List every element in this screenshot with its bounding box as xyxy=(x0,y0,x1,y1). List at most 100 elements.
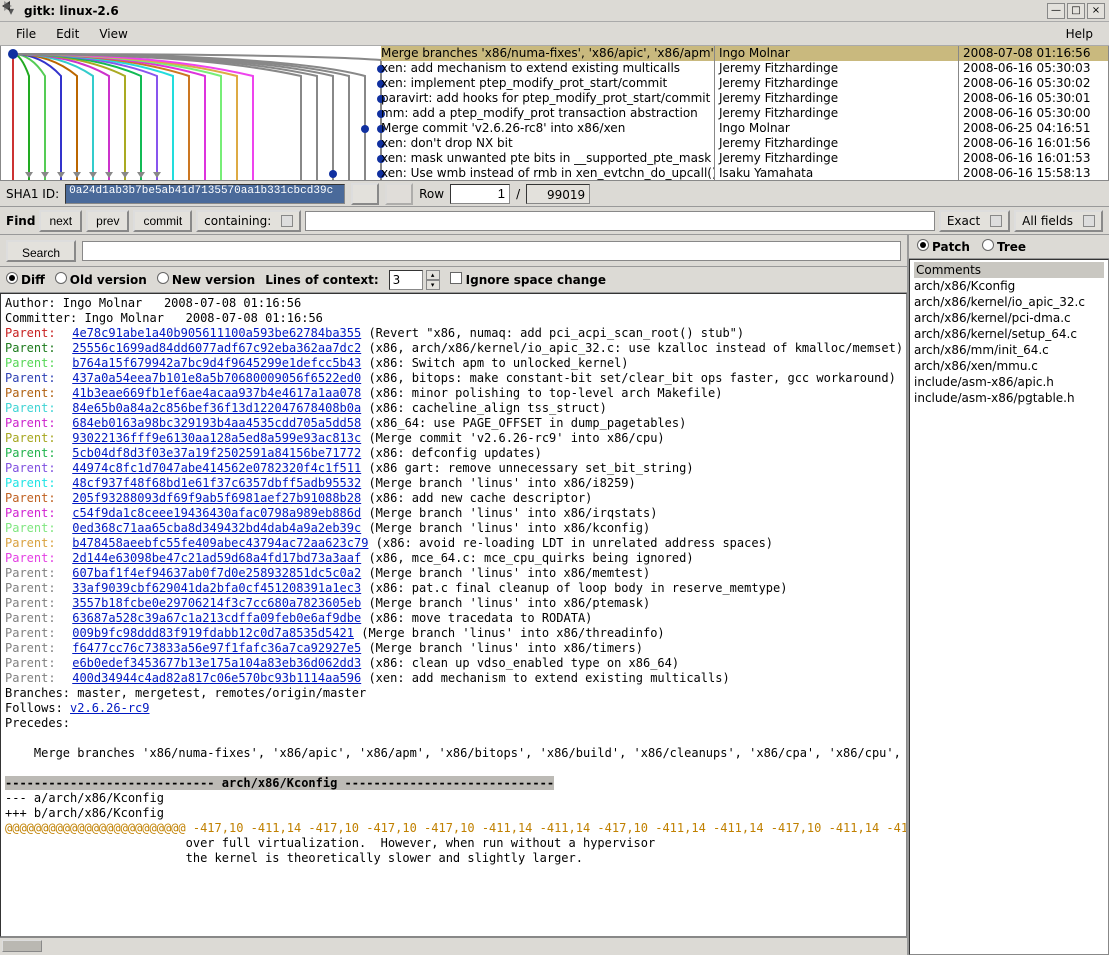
context-spinner[interactable]: 3 xyxy=(389,270,423,290)
commit-date[interactable]: 2008-06-16 05:30:03 xyxy=(959,61,1108,76)
parent-link[interactable]: b764a15f679942a7bc9d4f9645299e1defcc5b43 xyxy=(72,356,361,370)
commit-subject[interactable]: Merge commit 'v2.6.26-rc8' into x86/xen xyxy=(381,121,715,136)
comments-header[interactable]: Comments xyxy=(914,262,1104,278)
menu-help[interactable]: Help xyxy=(1056,25,1103,43)
ignore-space-checkbox[interactable]: Ignore space change xyxy=(450,272,606,287)
parent-link[interactable]: 41b3eae669fb1ef6ae4acaa937b4e4617a1aa078 xyxy=(72,386,361,400)
new-version-radio[interactable]: New version xyxy=(157,272,255,287)
parent-link[interactable]: 684eb0163a98bc329193b4aa4535cdd705a5dd58 xyxy=(72,416,361,430)
author-column[interactable]: Ingo Molnar Jeremy Fitzhardinge Jeremy F… xyxy=(715,46,959,181)
parent-link[interactable]: 607baf1f4ef94637ab0f7d0e258932851dc5c0a2 xyxy=(72,566,361,580)
date-column[interactable]: 2008-07-08 01:16:562008-06-16 05:30:0320… xyxy=(959,46,1108,181)
commit-subject[interactable]: Merge branches 'x86/numa-fixes', 'x86/ap… xyxy=(381,46,715,61)
tree-toggle-bar: Patch Tree xyxy=(909,235,1109,259)
minimize-button[interactable]: — xyxy=(1047,3,1065,19)
nav-forward-button[interactable] xyxy=(385,183,413,205)
commit-date[interactable]: 2008-06-16 16:01:56 xyxy=(959,136,1108,151)
spinner-up-icon[interactable]: ▴ xyxy=(426,270,440,280)
parent-link[interactable]: c54f9da1c8ceee19436430afac0798a989eb886d xyxy=(72,506,361,520)
find-allfields-dropdown[interactable]: All fields xyxy=(1014,210,1103,232)
file-entry[interactable]: arch/x86/mm/init_64.c xyxy=(914,342,1104,358)
commit-subject[interactable]: xen: don't drop NX bit xyxy=(381,136,715,151)
find-containing-dropdown[interactable]: containing: xyxy=(196,210,301,232)
commit-details-view[interactable]: Author: Ingo Molnar 2008-07-08 01:16:56 … xyxy=(0,293,907,937)
commit-date[interactable]: 2008-06-16 15:58:13 xyxy=(959,166,1108,181)
parent-link[interactable]: f6477cc76c73833a56e97f1fafc36a7ca92927e5 xyxy=(72,641,361,655)
maximize-button[interactable]: □ xyxy=(1067,3,1085,19)
parent-link[interactable]: 33af9039cbf629041da2bfa0cf451208391a1ec3 xyxy=(72,581,361,595)
commit-date[interactable]: 2008-06-16 05:30:01 xyxy=(959,91,1108,106)
find-next-button[interactable]: next xyxy=(39,210,82,232)
parent-link[interactable]: 3557b18fcbe0e29706214f3c7cc680a7823605eb xyxy=(72,596,361,610)
patch-radio[interactable]: Patch xyxy=(917,239,970,254)
diff-options-bar: Diff Old version New version Lines of co… xyxy=(0,267,907,293)
commit-author[interactable]: Jeremy Fitzhardinge xyxy=(715,61,958,76)
file-entry[interactable]: arch/x86/kernel/pci-dma.c xyxy=(914,310,1104,326)
find-exact-dropdown[interactable]: Exact xyxy=(939,210,1010,232)
commit-subject[interactable]: xen: mask unwanted pte bits in __support… xyxy=(381,151,715,166)
horizontal-scrollbar[interactable] xyxy=(0,937,907,955)
commit-subject[interactable]: xen: add mechanism to extend existing mu… xyxy=(381,61,715,76)
follows-link[interactable]: v2.6.26-rc9 xyxy=(70,701,149,715)
commit-author[interactable]: Jeremy Fitzhardinge xyxy=(715,91,958,106)
file-entry[interactable]: include/asm-x86/pgtable.h xyxy=(914,390,1104,406)
commit-date[interactable]: 2008-06-16 05:30:00 xyxy=(959,106,1108,121)
sha-row: SHA1 ID: 0a24d1ab3b7be5ab41d7135570aa1b3… xyxy=(0,181,1109,207)
commit-author[interactable]: Jeremy Fitzhardinge xyxy=(715,106,958,121)
parent-link[interactable]: 400d34944c4ad82a817c06e570bc93b1114aa596 xyxy=(72,671,361,685)
parent-link[interactable]: 0ed368c71aa65cba8d349432bd4dab4a9a2eb39c xyxy=(72,521,361,535)
search-input[interactable] xyxy=(82,241,901,261)
commit-subject[interactable]: xen: Use wmb instead of rmb in xen_evtch… xyxy=(381,166,715,181)
parent-link[interactable]: 84e65b0a84a2c856bef36f13d122047678408b0a xyxy=(72,401,361,415)
parent-link[interactable]: 009b9fc98ddd83f919fdabb12c0d7a8535d5421 xyxy=(72,626,354,640)
file-list[interactable]: Comments arch/x86/Kconfigarch/x86/kernel… xyxy=(909,259,1109,955)
commit-subject[interactable]: paravirt: add hooks for ptep_modify_prot… xyxy=(381,91,715,106)
menu-file[interactable]: File xyxy=(6,25,46,43)
row-current-input[interactable] xyxy=(450,184,510,204)
file-entry[interactable]: include/asm-x86/apic.h xyxy=(914,374,1104,390)
commit-date[interactable]: 2008-06-16 16:01:53 xyxy=(959,151,1108,166)
parent-link[interactable]: 48cf937f48f68bd1e61f37c6357dbff5adb95532 xyxy=(72,476,361,490)
parent-link[interactable]: e6b0edef3453677b13e175a104a83eb36d062dd3 xyxy=(72,656,361,670)
parent-link[interactable]: 44974c8fc1d7047abe414562e0782320f4c1f511 xyxy=(72,461,361,475)
commit-date[interactable]: 2008-07-08 01:16:56 xyxy=(959,46,1108,61)
spinner-down-icon[interactable]: ▾ xyxy=(426,280,440,290)
find-prev-button[interactable]: prev xyxy=(86,210,129,232)
commit-author[interactable]: Jeremy Fitzhardinge xyxy=(715,76,958,91)
old-version-radio[interactable]: Old version xyxy=(55,272,147,287)
parent-link[interactable]: 5cb04df8d3f03e37a19f2502591a84156be71772 xyxy=(72,446,361,460)
parent-link[interactable]: 93022136fff9e6130aa128a5ed8a599e93ac813c xyxy=(72,431,361,445)
parent-link[interactable]: 2d144e63098be47c21ad59d68a4fd17bd73a3aaf xyxy=(72,551,361,565)
file-entry[interactable]: arch/x86/Kconfig xyxy=(914,278,1104,294)
commit-author[interactable]: Jeremy Fitzhardinge xyxy=(715,136,958,151)
nav-back-button[interactable] xyxy=(351,183,379,205)
graph-column[interactable]: Merge branches 'x86/numa-fixes', 'x86/ap… xyxy=(1,46,715,181)
file-entry[interactable]: arch/x86/xen/mmu.c xyxy=(914,358,1104,374)
find-input[interactable] xyxy=(305,211,935,231)
parent-link[interactable]: 437a0a54eea7b101e8a5b70680009056f6522ed0 xyxy=(72,371,361,385)
commit-subject[interactable]: xen: implement ptep_modify_prot_start/co… xyxy=(381,76,715,91)
parent-link[interactable]: 63687a528c39a67c1a213cdffa09feb0e6af9dbe xyxy=(72,611,361,625)
commit-date[interactable]: 2008-06-16 05:30:02 xyxy=(959,76,1108,91)
commit-author[interactable]: Ingo Molnar xyxy=(715,46,958,61)
parent-link[interactable]: 4e78c91abe1a40b905611100a593be62784ba355 xyxy=(72,326,361,340)
find-commit-button[interactable]: commit xyxy=(133,210,192,232)
commit-author[interactable]: Isaku Yamahata xyxy=(715,166,958,181)
parent-link[interactable]: 205f93288093df69f9ab5f6981aef27b91088b28 xyxy=(72,491,361,505)
parent-link[interactable]: b478458aeebfc55fe409abec43794ac72aa623c7… xyxy=(72,536,368,550)
commit-author[interactable]: Jeremy Fitzhardinge xyxy=(715,151,958,166)
close-button[interactable]: × xyxy=(1087,3,1105,19)
menu-view[interactable]: View xyxy=(89,25,137,43)
tree-radio[interactable]: Tree xyxy=(982,239,1026,254)
sha-input[interactable]: 0a24d1ab3b7be5ab41d7135570aa1b331cbcd39c xyxy=(65,184,345,204)
commit-date[interactable]: 2008-06-25 04:16:51 xyxy=(959,121,1108,136)
menu-edit[interactable]: Edit xyxy=(46,25,89,43)
diff-radio[interactable]: Diff xyxy=(6,272,45,287)
commit-subject[interactable]: mm: add a ptep_modify_prot transaction a… xyxy=(381,106,715,121)
commit-author[interactable]: Ingo Molnar xyxy=(715,121,958,136)
search-button[interactable]: Search xyxy=(6,240,76,262)
parent-link[interactable]: 25556c1699ad84dd6077adf67c92eba362aa7dc2 xyxy=(72,341,361,355)
file-entry[interactable]: arch/x86/kernel/setup_64.c xyxy=(914,326,1104,342)
file-entry[interactable]: arch/x86/kernel/io_apic_32.c xyxy=(914,294,1104,310)
commit-list[interactable]: Merge branches 'x86/numa-fixes', 'x86/ap… xyxy=(0,46,1109,181)
